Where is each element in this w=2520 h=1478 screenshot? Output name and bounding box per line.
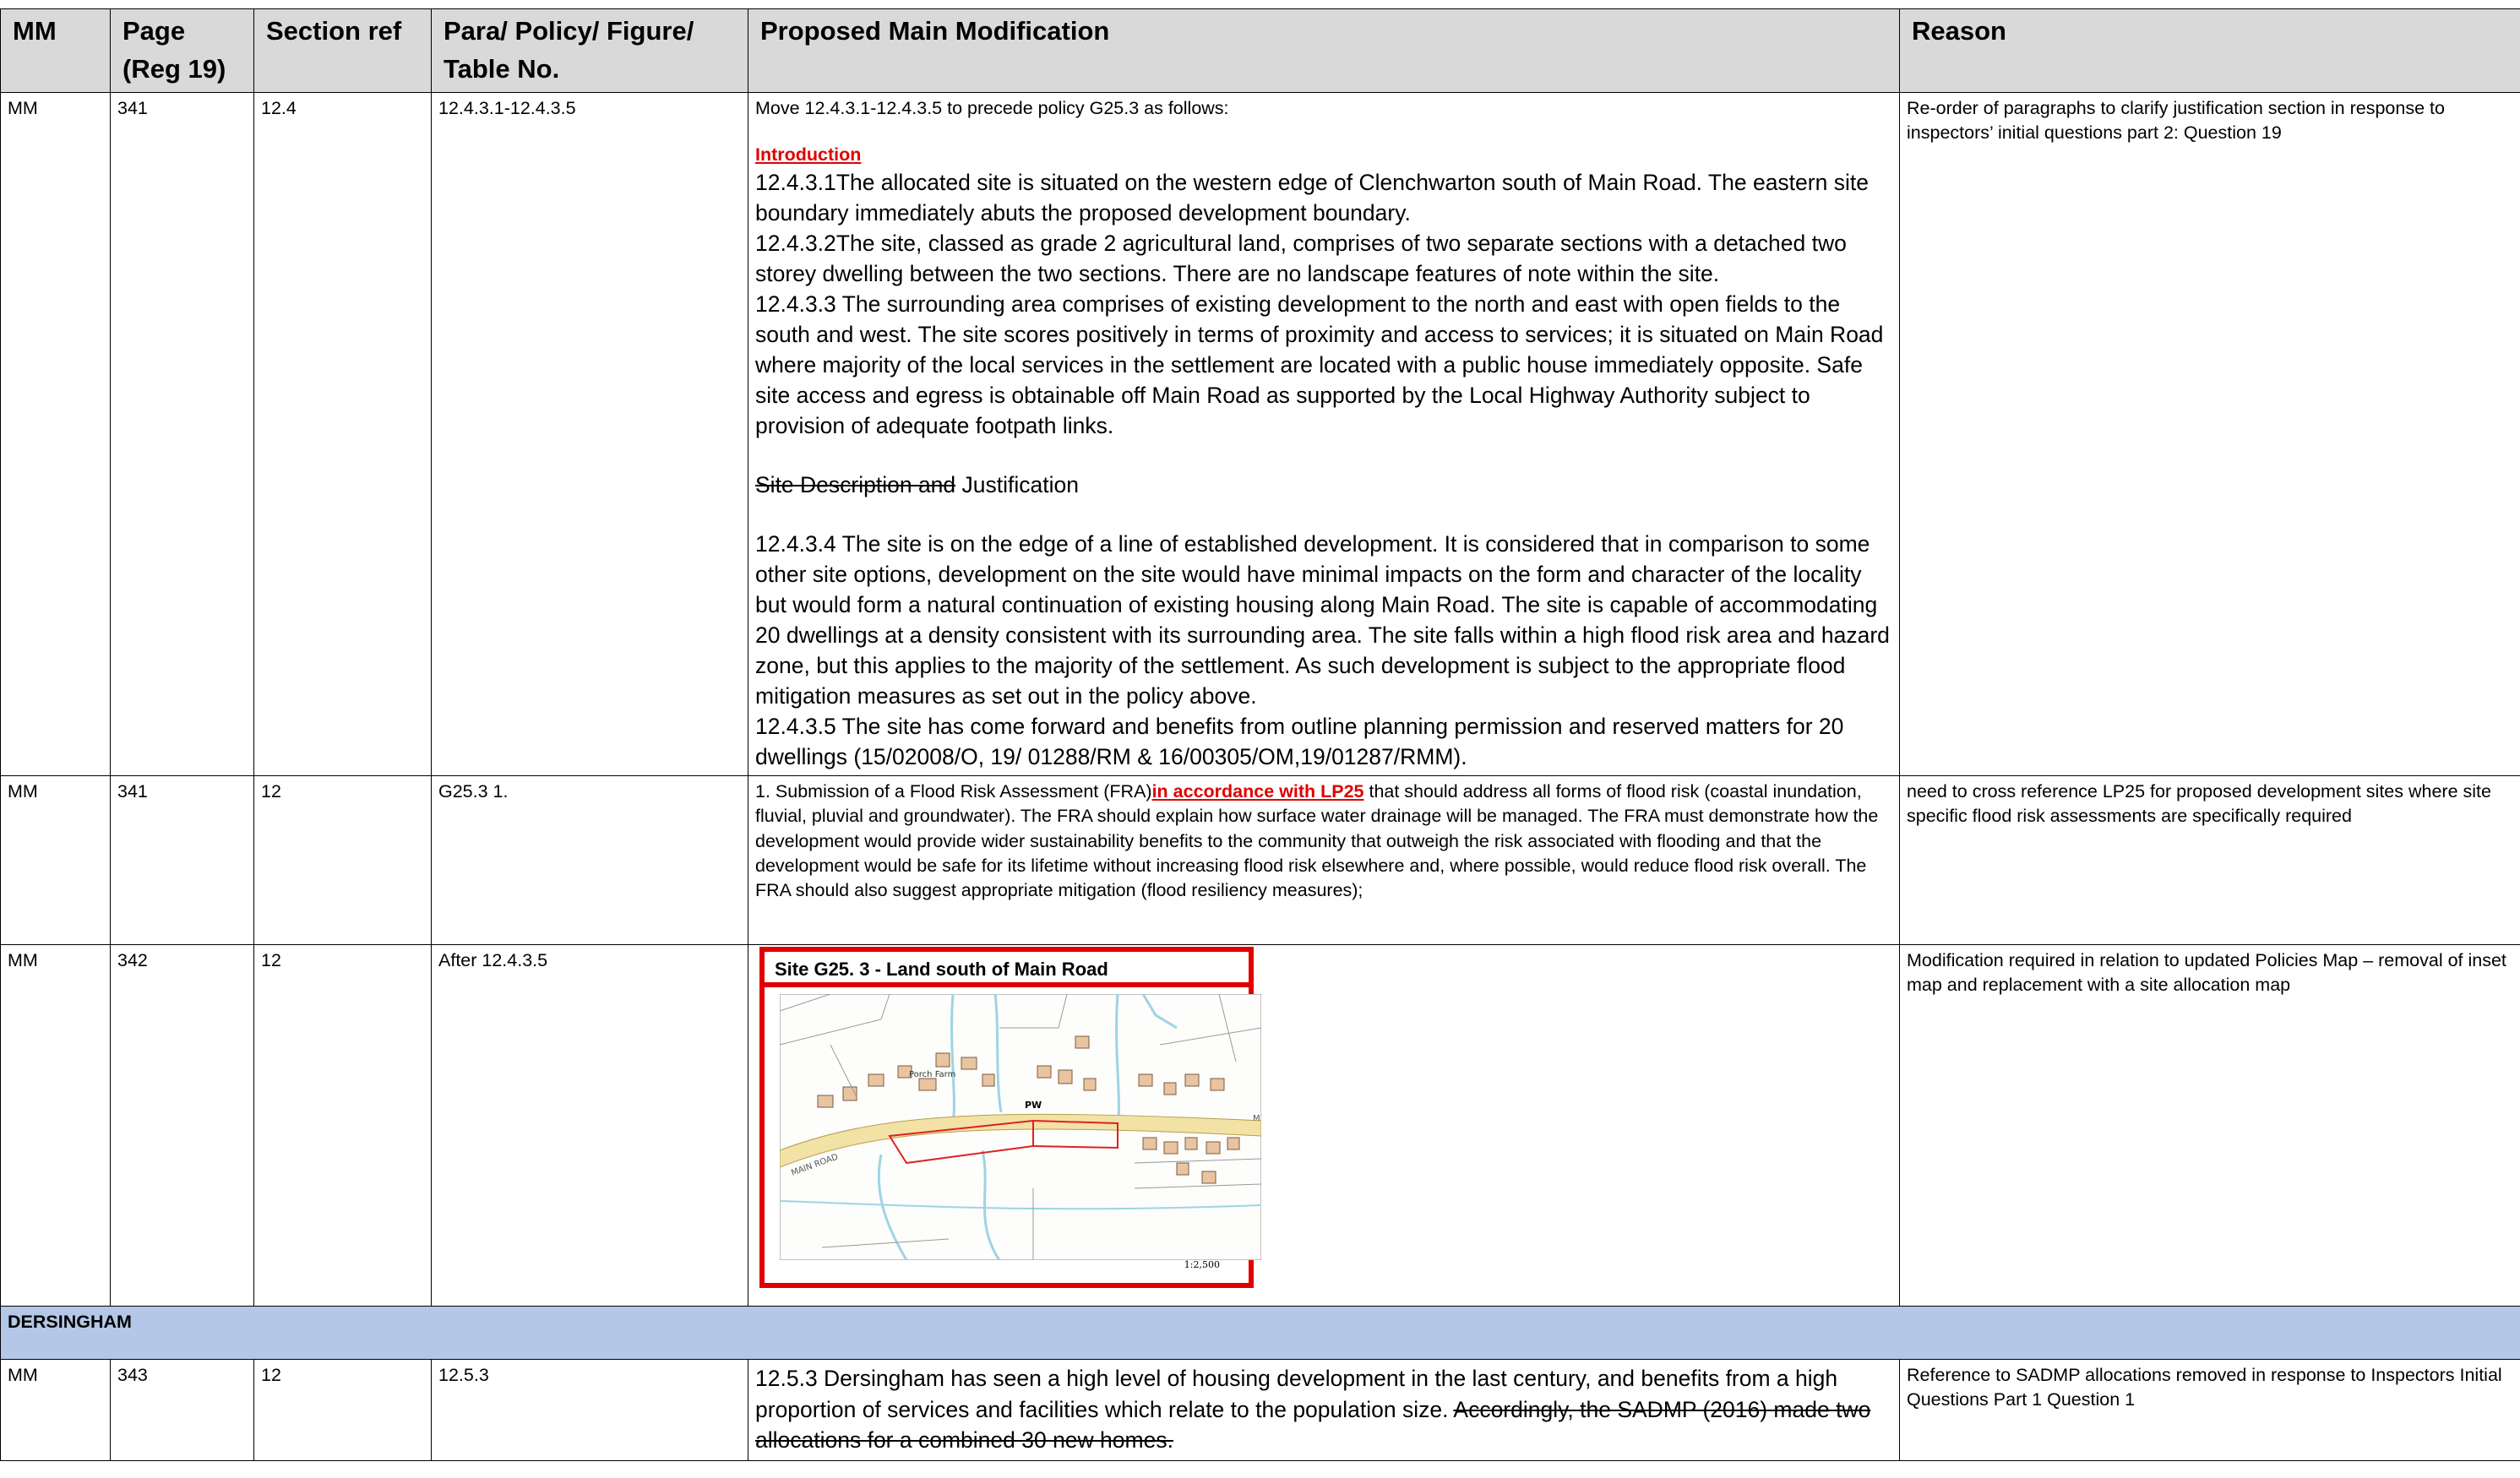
cell-modification: 12.5.3 Dersingham has seen a high level … <box>748 1360 1900 1461</box>
cell-modification: 1. Submission of a Flood Risk Assessment… <box>748 776 1900 945</box>
map-image: Porch Farm PW MAIN ROAD M <box>780 994 1261 1260</box>
cell-section: 12.4 <box>254 92 432 776</box>
cell-para: After 12.4.3.5 <box>432 945 748 1307</box>
table-row: MM 342 12 After 12.4.3.5 Site G25. 3 - L… <box>1 945 2520 1307</box>
move-instruction: Move 12.4.3.1-12.4.3.5 to precede policy… <box>755 96 1892 121</box>
cell-mm: MM <box>1 1360 111 1461</box>
paragraph-12-4-3-3: 12.4.3.3 The surrounding area comprises … <box>755 289 1892 441</box>
header-row: MM Page(Reg 19) Section ref Para/ Policy… <box>1 9 2520 93</box>
table-row: MM 341 12.4 12.4.3.1-12.4.3.5 Move 12.4.… <box>1 92 2520 776</box>
header-page: Page(Reg 19) <box>111 9 254 93</box>
justification-heading: Site Description and Justification <box>755 470 1892 500</box>
cell-modification: Move 12.4.3.1-12.4.3.5 to precede policy… <box>748 92 1900 776</box>
map-title: Site G25. 3 - Land south of Main Road <box>765 952 1249 987</box>
header-section-ref: Section ref <box>254 9 432 93</box>
cell-page: 341 <box>111 92 254 776</box>
map-label-farm: Porch Farm <box>909 1070 955 1079</box>
cell-mm: MM <box>1 776 111 945</box>
paragraph-12-4-3-1: 12.4.3.1The allocated site is situated o… <box>755 167 1892 228</box>
paragraph-12-4-3-2: 12.4.3.2The site, classed as grade 2 agr… <box>755 228 1892 289</box>
paragraph-12-4-3-5: 12.4.3.5 The site has come forward and b… <box>755 711 1892 772</box>
map-label-pw: PW <box>1025 1100 1042 1111</box>
modifications-table: MM Page(Reg 19) Section ref Para/ Policy… <box>0 8 2520 1461</box>
table-row: MM 343 12 12.5.3 12.5.3 Dersingham has s… <box>1 1360 2520 1461</box>
cell-section: 12 <box>254 1360 432 1461</box>
cell-reason: Reference to SADMP allocations removed i… <box>1900 1360 2520 1461</box>
cell-page: 343 <box>111 1360 254 1461</box>
header-proposed-modification: Proposed Main Modification <box>748 9 1900 93</box>
header-mm: MM <box>1 9 111 93</box>
section-heading: DERSINGHAM <box>1 1307 2520 1360</box>
map-scale: 1:2,500 <box>1184 1259 1220 1272</box>
cell-reason: need to cross reference LP25 for propose… <box>1900 776 2520 945</box>
header-reason: Reason <box>1900 9 2520 93</box>
paragraph-12-4-3-4: 12.4.3.4 The site is on the edge of a li… <box>755 529 1892 711</box>
cell-para: 12.4.3.1-12.4.3.5 <box>432 92 748 776</box>
cell-page: 341 <box>111 776 254 945</box>
cell-section: 12 <box>254 776 432 945</box>
cell-para: G25.3 1. <box>432 776 748 945</box>
cell-reason: Re-order of paragraphs to clarify justif… <box>1900 92 2520 776</box>
lp25-reference: in accordance with LP25 <box>1152 781 1364 801</box>
cell-page: 342 <box>111 945 254 1307</box>
cell-para: 12.5.3 <box>432 1360 748 1461</box>
header-para: Para/ Policy/ Figure/Table No. <box>432 9 748 93</box>
cell-mm: MM <box>1 92 111 776</box>
cell-mm: MM <box>1 945 111 1307</box>
map-label-road-end: M <box>1253 1114 1260 1123</box>
cell-section: 12 <box>254 945 432 1307</box>
cell-modification: Site G25. 3 - Land south of Main Road <box>748 945 1900 1307</box>
cell-reason: Modification required in relation to upd… <box>1900 945 2520 1307</box>
site-allocation-map: Site G25. 3 - Land south of Main Road <box>759 947 1254 1288</box>
introduction-heading: Introduction <box>755 143 1892 167</box>
section-heading-row: DERSINGHAM <box>1 1307 2520 1360</box>
table-row: MM 341 12 G25.3 1. 1. Submission of a Fl… <box>1 776 2520 945</box>
